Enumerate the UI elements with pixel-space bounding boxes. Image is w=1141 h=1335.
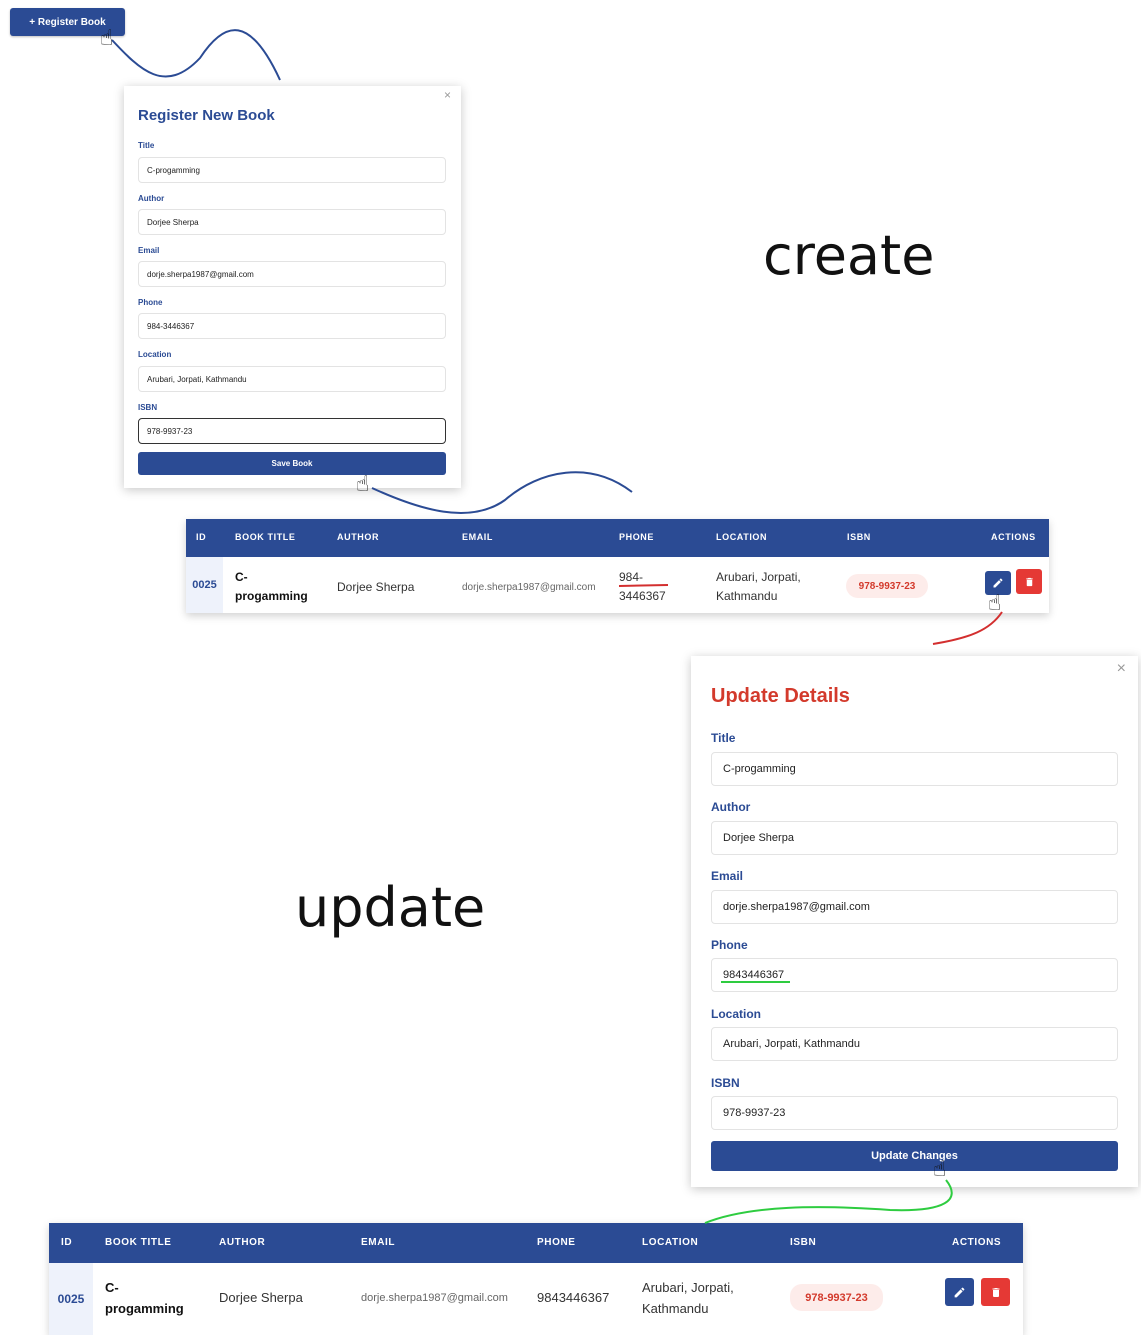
header-book-title: BOOK TITLE bbox=[235, 532, 296, 542]
update-caption: update bbox=[295, 876, 486, 939]
phone-input[interactable]: 984-3446367 bbox=[138, 313, 446, 339]
header-isbn: ISBN bbox=[847, 532, 871, 542]
row-phone-line1: 984- bbox=[619, 570, 644, 584]
isbn-input[interactable]: 978-9937-23 bbox=[711, 1096, 1118, 1130]
title-input[interactable]: C-progamming bbox=[138, 157, 446, 183]
location-label: Location bbox=[138, 350, 172, 359]
annotation-curve-red bbox=[932, 611, 1003, 645]
phone-label: Phone bbox=[138, 298, 163, 307]
row-author: Dorjee Sherpa bbox=[219, 1290, 303, 1305]
email-label: Email bbox=[138, 246, 160, 255]
register-book-modal: × Register New Book Title C-progamming A… bbox=[124, 86, 461, 488]
save-book-button[interactable]: Save Book bbox=[138, 452, 446, 475]
row-title-line1: C- bbox=[235, 570, 248, 584]
row-phone-line2: 3446367 bbox=[619, 589, 666, 603]
header-location: LOCATION bbox=[716, 532, 768, 542]
table-header: ID BOOK TITLE AUTHOR EMAIL PHONE LOCATIO… bbox=[186, 519, 1049, 557]
row-location-line2: Kathmandu bbox=[642, 1301, 709, 1316]
phone-input[interactable]: 9843446367 bbox=[711, 958, 1118, 992]
update-changes-button[interactable]: Update Changes bbox=[711, 1141, 1118, 1171]
edit-button[interactable] bbox=[945, 1278, 974, 1306]
header-author: AUTHOR bbox=[337, 532, 380, 542]
table-header: ID BOOK TITLE AUTHOR EMAIL PHONE LOCATIO… bbox=[49, 1223, 1023, 1263]
isbn-label: ISBN bbox=[711, 1076, 740, 1090]
header-email: EMAIL bbox=[462, 532, 493, 542]
books-table-after-create: ID BOOK TITLE AUTHOR EMAIL PHONE LOCATIO… bbox=[186, 519, 1049, 613]
row-phone: 9843446367 bbox=[537, 1290, 610, 1305]
phone-label: Phone bbox=[711, 938, 748, 952]
trash-icon bbox=[992, 1287, 999, 1297]
header-id: ID bbox=[61, 1237, 73, 1248]
title-input[interactable]: C-progamming bbox=[711, 752, 1118, 786]
header-email: EMAIL bbox=[361, 1237, 396, 1248]
pointer-hand-icon: ☝ bbox=[933, 1156, 947, 1181]
row-author: Dorjee Sherpa bbox=[337, 580, 415, 594]
header-phone: PHONE bbox=[619, 532, 655, 542]
delete-button[interactable] bbox=[981, 1278, 1010, 1306]
row-id: 0025 bbox=[49, 1263, 93, 1335]
row-email: dorje.sherpa1987@gmail.com bbox=[462, 582, 596, 593]
row-title-line1: C- bbox=[105, 1280, 119, 1295]
close-icon[interactable]: × bbox=[1117, 660, 1126, 678]
title-label: Title bbox=[138, 141, 155, 150]
header-id: ID bbox=[196, 532, 207, 542]
isbn-badge: 978-9937-23 bbox=[790, 1284, 883, 1311]
pencil-icon bbox=[993, 578, 1003, 588]
author-label: Author bbox=[711, 800, 751, 814]
header-phone: PHONE bbox=[537, 1237, 576, 1248]
location-input[interactable]: Arubari, Jorpati, Kathmandu bbox=[138, 366, 446, 392]
location-label: Location bbox=[711, 1007, 761, 1021]
row-id: 0025 bbox=[186, 557, 223, 613]
pointer-hand-icon: ☝ bbox=[356, 471, 370, 496]
books-table-after-update: ID BOOK TITLE AUTHOR EMAIL PHONE LOCATIO… bbox=[49, 1223, 1023, 1335]
pencil-icon bbox=[954, 1287, 965, 1297]
row-title-line2: progamming bbox=[105, 1301, 184, 1316]
author-input[interactable]: Dorjee Sherpa bbox=[711, 821, 1118, 855]
row-title-line2: progamming bbox=[235, 589, 308, 603]
header-isbn: ISBN bbox=[790, 1237, 817, 1248]
close-icon[interactable]: × bbox=[444, 88, 451, 102]
header-location: LOCATION bbox=[642, 1237, 699, 1248]
create-caption: create bbox=[763, 224, 935, 287]
header-author: AUTHOR bbox=[219, 1237, 266, 1248]
header-actions: ACTIONS bbox=[991, 532, 1036, 542]
annotation-curve-blue-1 bbox=[111, 29, 281, 81]
header-book-title: BOOK TITLE bbox=[105, 1237, 172, 1248]
isbn-label: ISBN bbox=[138, 403, 158, 412]
row-location-line2: Kathmandu bbox=[716, 589, 778, 603]
author-label: Author bbox=[138, 194, 165, 203]
row-email: dorje.sherpa1987@gmail.com bbox=[361, 1292, 508, 1304]
email-label: Email bbox=[711, 869, 744, 883]
trash-icon bbox=[1025, 577, 1033, 586]
title-label: Title bbox=[711, 731, 736, 745]
email-input[interactable]: dorje.sherpa1987@gmail.com bbox=[711, 890, 1118, 924]
modal-title: Register New Book bbox=[138, 107, 275, 124]
pointer-hand-icon: ☝ bbox=[100, 25, 114, 50]
location-input[interactable]: Arubari, Jorpati, Kathmandu bbox=[711, 1027, 1118, 1061]
delete-button[interactable] bbox=[1016, 569, 1042, 594]
isbn-badge: 978-9937-23 bbox=[846, 574, 928, 598]
update-details-modal: × Update Details Title C-progamming Auth… bbox=[691, 656, 1138, 1187]
pointer-hand-icon: ☝ bbox=[988, 590, 1002, 615]
isbn-input[interactable]: 978-9937-23 bbox=[138, 418, 446, 444]
header-actions: ACTIONS bbox=[952, 1237, 1002, 1248]
email-input[interactable]: dorje.sherpa1987@gmail.com bbox=[138, 261, 446, 287]
row-location-line1: Arubari, Jorpati, bbox=[642, 1280, 734, 1295]
row-location-line1: Arubari, Jorpati, bbox=[716, 570, 801, 584]
author-input[interactable]: Dorjee Sherpa bbox=[138, 209, 446, 235]
modal-title: Update Details bbox=[711, 685, 850, 707]
